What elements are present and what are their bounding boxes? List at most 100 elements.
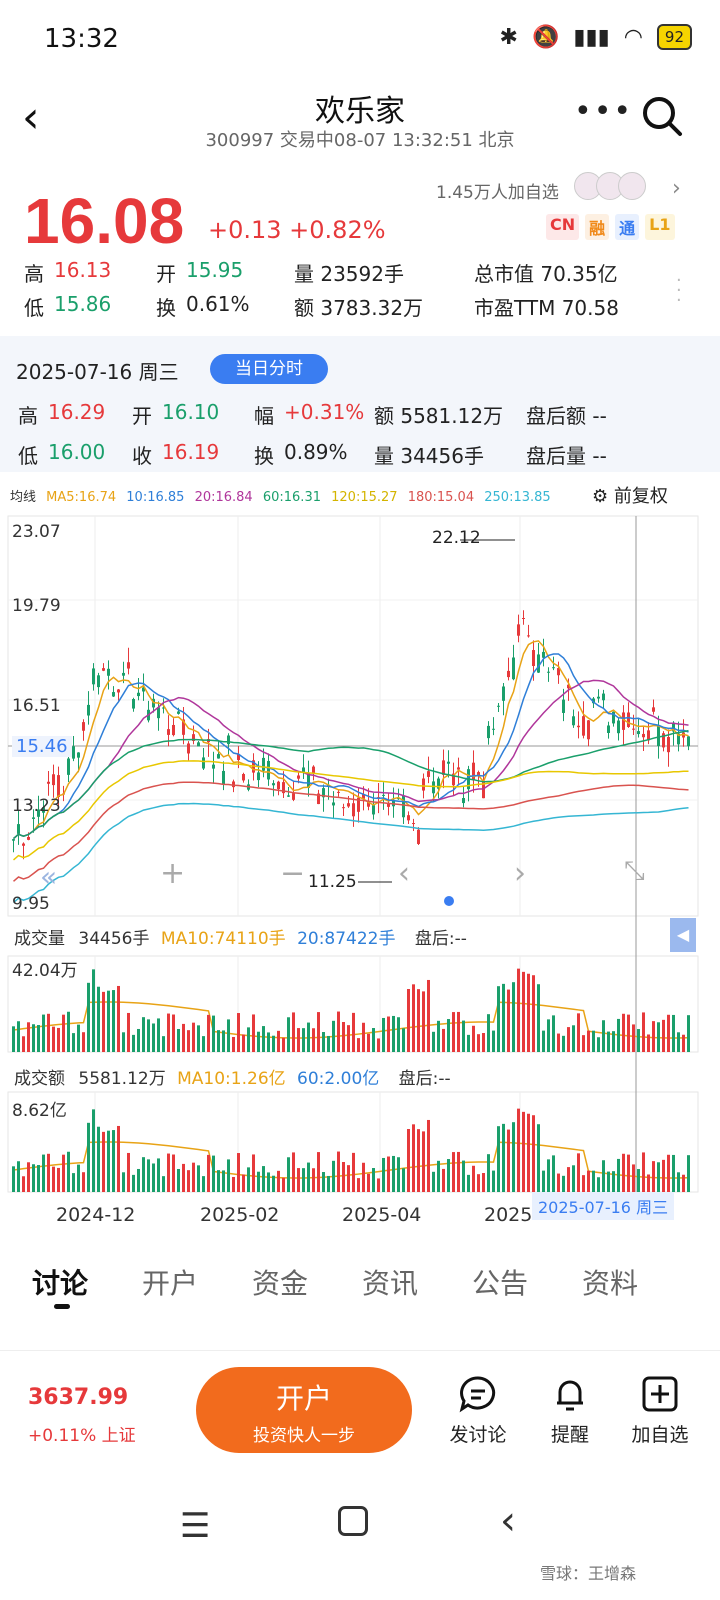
amount-bar — [607, 1171, 610, 1192]
candlestick-body — [212, 764, 215, 769]
volume-bar — [157, 1018, 160, 1052]
candlestick-body — [112, 692, 115, 697]
volume-bar — [212, 1015, 215, 1052]
next-icon[interactable]: › — [514, 856, 526, 891]
candlestick-body — [547, 671, 550, 673]
candlestick-body — [77, 752, 80, 758]
candlestick-body — [72, 746, 75, 759]
tab-discussion[interactable]: 讨论 — [32, 1262, 88, 1302]
day-high-label: 高 — [18, 404, 38, 428]
tab-open-account[interactable]: 开户 — [142, 1262, 198, 1302]
tab-funds[interactable]: 资金 — [252, 1262, 308, 1302]
volume-bar — [582, 1035, 585, 1052]
prev-icon[interactable]: ‹ — [398, 856, 410, 891]
chat-icon — [459, 1376, 496, 1413]
tag-cn[interactable]: CN — [546, 214, 580, 240]
content-tabs: 讨论 开户 资金 资讯 公告 资料 — [0, 1252, 720, 1316]
zoom-in-icon[interactable]: + — [160, 856, 185, 891]
add-watchlist-label: 加自选 — [631, 1424, 689, 1446]
candlestick-body — [657, 725, 660, 747]
amount-bar — [507, 1129, 510, 1192]
expand-dots-icon[interactable]: · · · — [676, 272, 682, 310]
clock: 13:32 — [44, 24, 119, 54]
adjust-toggle[interactable]: ⚙ 前复权 — [592, 482, 668, 508]
expand-panel-icon[interactable]: ◀ — [670, 918, 696, 952]
tag-margin[interactable]: 融 — [585, 214, 610, 240]
tab-news[interactable]: 资讯 — [362, 1262, 418, 1302]
x-tick-1: 2024-12 — [56, 1204, 136, 1226]
candlestick-body — [462, 798, 465, 804]
volume-bar — [542, 1030, 545, 1052]
post-discussion-button[interactable]: 发讨论 — [438, 1373, 518, 1447]
post-discussion-label: 发讨论 — [449, 1424, 507, 1446]
volume-value: 34456手 — [78, 929, 150, 949]
amount-bar — [287, 1157, 290, 1192]
more-icon[interactable]: ••• — [574, 94, 633, 129]
candlestick-body — [667, 737, 670, 753]
amount-bar — [87, 1122, 90, 1192]
volume-bar — [197, 1025, 200, 1052]
amount-bar — [302, 1168, 305, 1192]
volume-bar — [347, 1025, 350, 1052]
tag-connect[interactable]: 通 — [615, 214, 640, 240]
followers-count[interactable]: 1.45万人加自选 — [436, 178, 559, 203]
tab-profile[interactable]: 资料 — [582, 1262, 638, 1302]
back-nav-icon[interactable]: ‹ — [500, 1498, 516, 1544]
day-low-label: 低 — [18, 444, 38, 468]
volume-bar — [672, 1014, 675, 1052]
volume-bar — [37, 1025, 40, 1052]
candlestick-body — [517, 624, 520, 636]
volume-bar — [547, 1019, 550, 1052]
candlestick-body — [47, 781, 50, 784]
amount-bar — [587, 1170, 590, 1192]
amount-bar — [512, 1122, 515, 1192]
volume-bar — [147, 1019, 150, 1052]
volume-bar — [352, 1012, 355, 1052]
amount-bar — [387, 1156, 390, 1192]
intraday-button[interactable]: 当日分时 — [210, 354, 328, 384]
alert-button[interactable]: 提醒 — [530, 1373, 610, 1447]
chevron-right-icon[interactable]: › — [672, 176, 681, 201]
tag-l1[interactable]: L1 — [645, 214, 675, 240]
tab-announcements[interactable]: 公告 — [472, 1262, 528, 1302]
candlestick-body — [122, 672, 125, 676]
candlestick-body — [57, 775, 60, 797]
volume-bar — [287, 1017, 290, 1052]
volume-bar — [67, 1011, 70, 1052]
stock-subtitle: 300997 交易中08-07 13:32:51 北京 — [205, 130, 515, 151]
volume-bar — [182, 1023, 185, 1052]
amount-bar — [617, 1158, 620, 1192]
amount-bar — [147, 1159, 150, 1192]
candlestick-body — [67, 758, 70, 775]
candlestick-body — [217, 754, 220, 759]
kline-chart[interactable] — [0, 510, 720, 1230]
search-icon[interactable] — [640, 94, 684, 138]
volume-bar — [442, 1028, 445, 1052]
volume-bar — [202, 1036, 205, 1052]
amount-bar — [172, 1154, 175, 1192]
day-open-label: 开 — [132, 404, 152, 428]
scroll-left-icon[interactable]: « — [40, 860, 57, 893]
candlestick-body — [422, 778, 425, 791]
menu-icon[interactable]: ☰ — [180, 1506, 210, 1546]
alert-label: 提醒 — [550, 1424, 589, 1446]
candlestick-body — [542, 651, 545, 658]
add-watchlist-button[interactable]: 加自选 — [620, 1373, 700, 1447]
candlestick-body — [532, 650, 535, 667]
volume-bar — [567, 1027, 570, 1052]
bottom-action-bar: 3637.99 +0.11% 上证 开户 投资快人一步 发讨论 提醒 加自选 — [0, 1350, 720, 1462]
amount-bar — [282, 1177, 285, 1192]
zoom-out-icon[interactable]: − — [280, 856, 305, 891]
amount-bar — [552, 1155, 555, 1192]
open-account-button[interactable]: 开户 投资快人一步 — [196, 1367, 412, 1453]
amount-bar — [362, 1162, 365, 1192]
volume-label: 成交量 — [14, 929, 65, 949]
home-icon[interactable] — [338, 1506, 368, 1536]
volume-bar — [282, 1037, 285, 1052]
follower-avatars[interactable] — [574, 172, 646, 200]
amount-bar — [377, 1178, 380, 1192]
fullscreen-icon[interactable]: ⤡ — [624, 856, 645, 887]
index-value[interactable]: 3637.99 — [28, 1385, 128, 1410]
candlestick-body — [507, 670, 510, 678]
volume-bar — [12, 1026, 15, 1052]
